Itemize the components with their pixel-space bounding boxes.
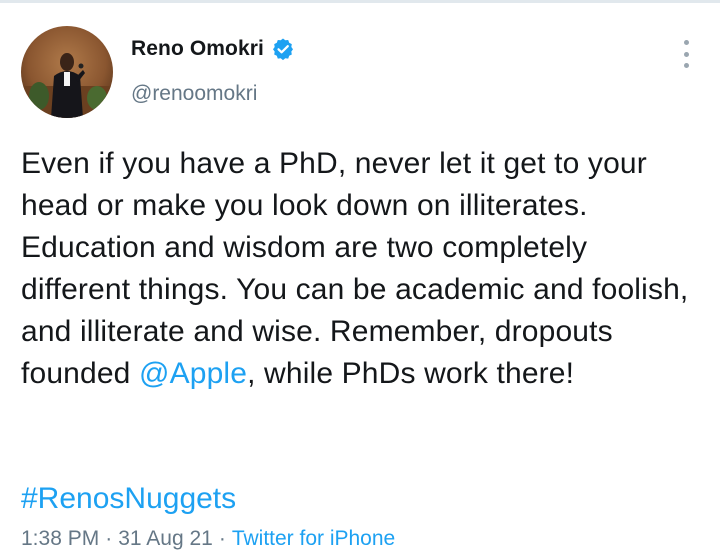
meta-separator: ·: [218, 527, 226, 550]
meta-separator: ·: [105, 527, 113, 550]
author-handle[interactable]: @renoomokri: [131, 82, 257, 106]
tweet-text-part: Even if you have a PhD, never let it get…: [21, 147, 689, 390]
source-link[interactable]: Twitter for iPhone: [232, 527, 395, 550]
more-vertical-icon[interactable]: [676, 40, 696, 68]
more-dot: [683, 63, 689, 68]
more-dot: [683, 40, 689, 45]
tweet-time: 1:38 PM: [21, 527, 100, 550]
author-name[interactable]: Reno Omokri: [131, 37, 264, 61]
mention-link[interactable]: @Apple: [139, 357, 247, 390]
more-dot: [683, 51, 689, 57]
tweet-meta: 1:38 PM · 31 Aug 21 · Twitter for iPhone: [21, 527, 395, 551]
verified-badge-icon: [271, 37, 295, 61]
tweet-text-part: , while PhDs work there!: [247, 357, 575, 390]
avatar-image: [21, 26, 113, 118]
author-row: Reno Omokri: [131, 37, 295, 61]
top-divider: [0, 0, 720, 3]
tweet-text: Even if you have a PhD, never let it get…: [21, 143, 701, 395]
tweet-date: 31 Aug 21: [118, 527, 213, 550]
hashtag-link[interactable]: #RenosNuggets: [21, 478, 236, 520]
avatar[interactable]: [21, 26, 113, 118]
